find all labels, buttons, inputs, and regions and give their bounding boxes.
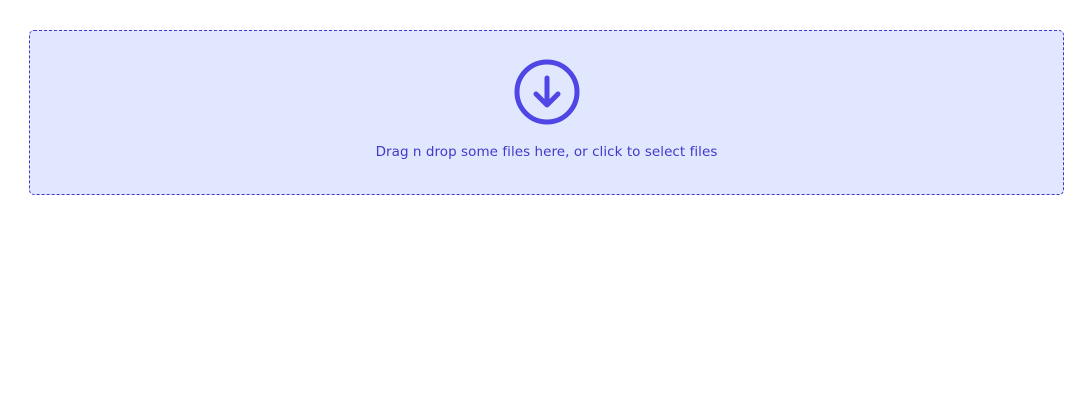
download-circle-icon	[513, 58, 581, 126]
file-dropzone[interactable]: Drag n drop some files here, or click to…	[29, 30, 1064, 195]
dropzone-instructions: Drag n drop some files here, or click to…	[375, 144, 718, 160]
